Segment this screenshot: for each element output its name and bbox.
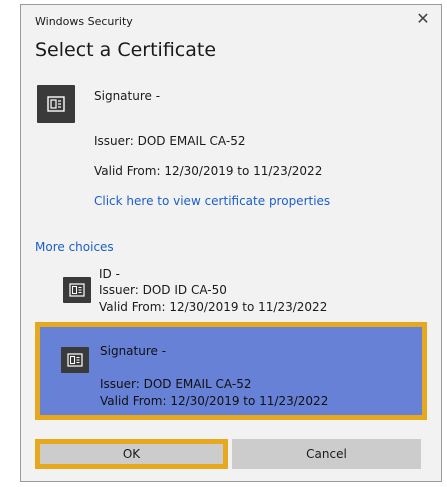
cert-choice-signature[interactable]: Signature - Issuer: DOD EMAIL CA-52 Vali… bbox=[35, 322, 427, 420]
window-title: Windows Security bbox=[35, 15, 133, 28]
more-choices-link[interactable]: More choices bbox=[35, 240, 114, 254]
choice-name: ID - bbox=[99, 267, 120, 281]
cancel-button[interactable]: Cancel bbox=[232, 439, 421, 469]
choice-name: Signature - bbox=[100, 344, 167, 358]
selected-cert-name: Signature - bbox=[94, 89, 161, 103]
cert-choice-id[interactable]: ID - Issuer: DOD ID CA-50 Valid From: 12… bbox=[21, 263, 441, 323]
title-bar: Windows Security ✕ bbox=[21, 5, 441, 37]
dialog-heading: Select a Certificate bbox=[35, 39, 217, 61]
selected-cert-issuer: Issuer: DOD EMAIL CA-52 bbox=[94, 134, 246, 148]
ok-button[interactable]: OK bbox=[35, 439, 228, 469]
certificate-dialog: Windows Security ✕ Select a Certificate … bbox=[20, 4, 442, 482]
choice-issuer: Issuer: DOD ID CA-50 bbox=[99, 283, 227, 297]
certificate-icon bbox=[37, 85, 75, 123]
certificate-icon bbox=[61, 347, 89, 373]
choice-issuer: Issuer: DOD EMAIL CA-52 bbox=[100, 377, 252, 391]
close-icon[interactable]: ✕ bbox=[415, 11, 431, 27]
certificate-icon bbox=[63, 277, 91, 303]
selected-cert-valid: Valid From: 12/30/2019 to 11/23/2022 bbox=[94, 164, 323, 178]
choice-valid: Valid From: 12/30/2019 to 11/23/2022 bbox=[100, 394, 329, 408]
choice-valid: Valid From: 12/30/2019 to 11/23/2022 bbox=[99, 300, 328, 314]
view-properties-link[interactable]: Click here to view certificate propertie… bbox=[94, 194, 330, 208]
